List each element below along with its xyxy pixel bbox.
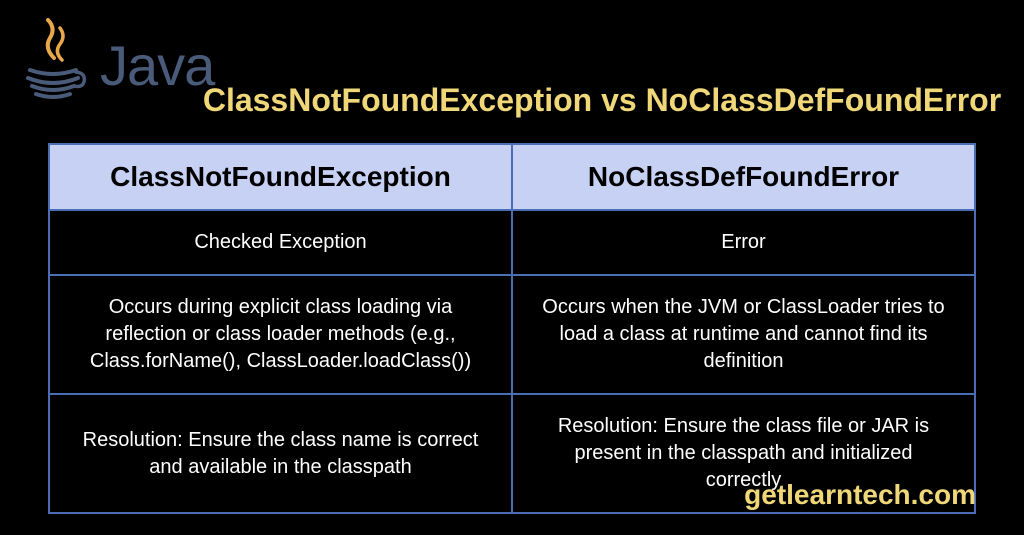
java-wordmark: Java xyxy=(100,33,214,98)
java-logo-icon xyxy=(18,18,88,108)
header-noclassdef: NoClassDefFoundError xyxy=(512,144,975,210)
cell-occurs-left: Occurs during explicit class loading via… xyxy=(49,275,512,394)
table-header-row: ClassNotFoundException NoClassDefFoundEr… xyxy=(49,144,975,210)
footer-site: getlearntech.com xyxy=(744,479,976,511)
table-row: Occurs during explicit class loading via… xyxy=(49,275,975,394)
page-title: ClassNotFoundException vs NoClassDefFoun… xyxy=(180,82,1024,119)
cell-occurs-right: Occurs when the JVM or ClassLoader tries… xyxy=(512,275,975,394)
table-row: Checked Exception Error xyxy=(49,210,975,275)
header-classnotfound: ClassNotFoundException xyxy=(49,144,512,210)
comparison-table: ClassNotFoundException NoClassDefFoundEr… xyxy=(48,143,976,514)
cell-type-left: Checked Exception xyxy=(49,210,512,275)
cell-resolution-left: Resolution: Ensure the class name is cor… xyxy=(49,394,512,513)
cell-type-right: Error xyxy=(512,210,975,275)
